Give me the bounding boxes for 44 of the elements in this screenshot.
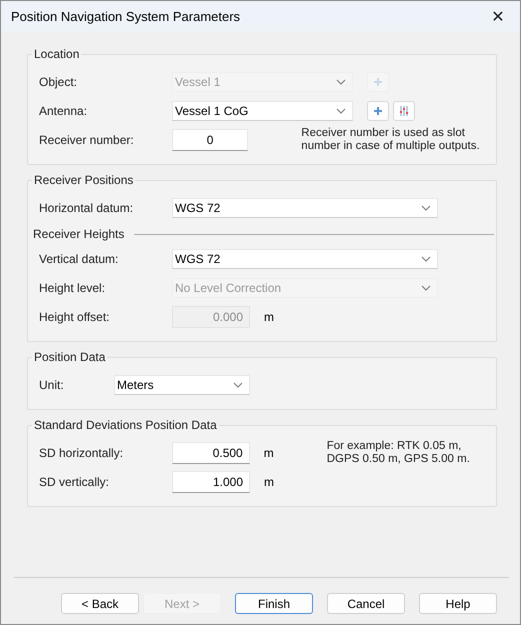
field-label: Receiver number:: [39, 132, 135, 146]
dropdown[interactable]: WGS 72: [172, 248, 438, 268]
chevron-down-icon: [421, 256, 431, 262]
add-button[interactable]: [367, 100, 389, 120]
help-text: For example: RTK 0.05 m, DGPS 0.50 m, GPS 5.00 m.: [326, 440, 471, 466]
input-field[interactable]: 0.500: [172, 442, 250, 464]
group-title: Standard Deviations Position Data: [33, 418, 218, 432]
close-button[interactable]: ✕: [476, 1, 520, 32]
dialog-button[interactable]: < Back: [61, 593, 139, 614]
sliders-icon: [399, 106, 409, 116]
dropdown[interactable]: WGS 72: [172, 198, 438, 218]
chevron-down-icon: [421, 204, 431, 210]
dialog-button[interactable]: Finish: [235, 593, 313, 614]
section-title: Receiver Heights: [32, 227, 124, 241]
field-label: SD horizontally:: [39, 446, 124, 460]
input-field[interactable]: 0: [172, 128, 248, 150]
chevron-down-icon: [336, 78, 346, 84]
input-field[interactable]: 1.000: [172, 470, 250, 492]
group-title: Receiver Positions: [33, 173, 134, 187]
dropdown[interactable]: Meters: [114, 374, 250, 394]
group-title: Location: [33, 47, 80, 61]
unit-label: m: [264, 446, 274, 460]
settings-button[interactable]: [393, 100, 415, 120]
chevron-down-icon: [421, 284, 431, 290]
window-title: Position Navigation System Parameters: [11, 9, 240, 24]
dialog-button[interactable]: Cancel: [327, 593, 405, 614]
field-label: Vertical datum:: [39, 252, 120, 266]
dialog-button[interactable]: Help: [419, 593, 497, 614]
unit-label: m: [264, 474, 274, 488]
field-label: Object:: [39, 74, 78, 88]
field-label: Unit:: [39, 378, 65, 392]
dropdown[interactable]: Vessel 1 CoG: [172, 100, 353, 120]
field-label: SD vertically:: [39, 474, 110, 488]
unit-label: m: [264, 310, 274, 324]
field-label: Antenna:: [39, 104, 88, 118]
chevron-down-icon: [336, 108, 346, 114]
field-label: Horizontal datum:: [39, 200, 134, 214]
plus-icon: [373, 76, 383, 86]
field-label: Height level:: [39, 280, 106, 294]
help-text: Receiver number is used as slot number in case of multiple outputs.: [301, 126, 481, 152]
field-label: Height offset:: [39, 310, 110, 324]
chevron-down-icon: [233, 382, 243, 388]
group-title: Position Data: [33, 350, 106, 364]
plus-icon: [373, 106, 383, 116]
